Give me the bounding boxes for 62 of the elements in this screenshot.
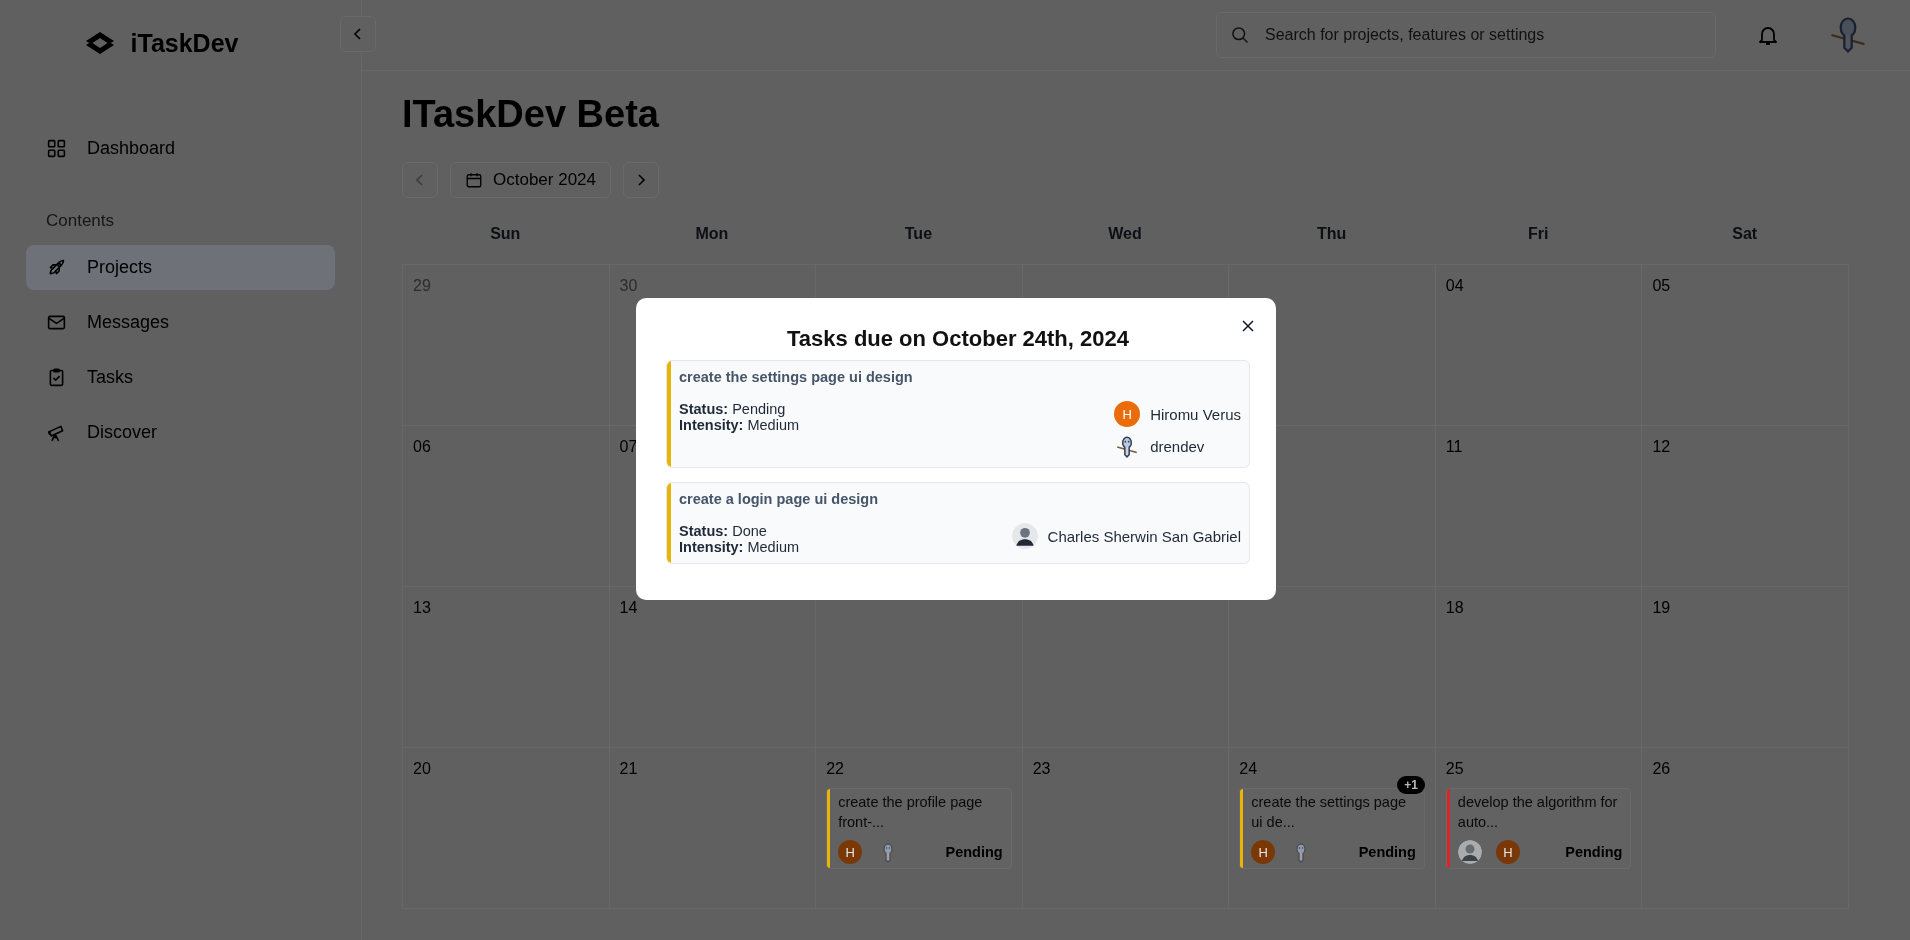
weekday-header: Tue bbox=[904, 225, 933, 243]
initial-avatar: H bbox=[1495, 840, 1520, 865]
logo-text: iTaskDev bbox=[130, 28, 239, 58]
day-number: 11 bbox=[1445, 438, 1463, 456]
weekday-header: Sat bbox=[1732, 225, 1758, 243]
day-number: 18 bbox=[1445, 599, 1464, 617]
day-number: 06 bbox=[413, 438, 431, 456]
task-status: Pending bbox=[1565, 844, 1623, 861]
person-avatar bbox=[1457, 840, 1482, 865]
task-card[interactable]: create a login page ui design Status: Done Intensity: Medium Charles Sherwin San Gabriel bbox=[666, 482, 1250, 564]
calendar-icon bbox=[465, 171, 483, 189]
collapse-button[interactable] bbox=[340, 16, 376, 52]
day-number: 12 bbox=[1652, 438, 1671, 456]
initial-avatar: H bbox=[1114, 401, 1141, 427]
task-intensity: Intensity: Medium bbox=[679, 539, 800, 555]
grid-icon bbox=[46, 138, 67, 159]
task-card[interactable]: create the settings page ui de... H Pending bbox=[1239, 788, 1425, 870]
task-card[interactable]: create the settings page ui design Status: Pending Intensity: Medium H Hiromu Verus drendev bbox=[666, 360, 1250, 468]
search-field[interactable]: Search for projects, features or settings bbox=[1216, 12, 1716, 58]
weekday-header: Thu bbox=[1316, 225, 1347, 243]
task-title: create the settings page ui de... bbox=[1251, 793, 1408, 832]
search-icon bbox=[1230, 25, 1250, 45]
weekday-header: Fri bbox=[1527, 225, 1549, 243]
initial-avatar: H bbox=[838, 840, 863, 865]
assignee-name: Charles Sherwin San Gabriel bbox=[1047, 527, 1241, 545]
task-status: Status: Done bbox=[679, 523, 768, 539]
next-month-button[interactable] bbox=[623, 162, 659, 198]
day-number: 19 bbox=[1652, 599, 1671, 617]
weekday-header: Wed bbox=[1108, 225, 1142, 243]
day-number: 24 bbox=[1239, 760, 1258, 778]
day-number: 25 bbox=[1445, 760, 1464, 778]
more-count[interactable]: +1 bbox=[1397, 776, 1425, 794]
day-number: 26 bbox=[1652, 760, 1671, 778]
initial-avatar: H bbox=[1251, 840, 1276, 865]
task-card[interactable]: develop the algorithm for auto... H Pending bbox=[1445, 788, 1632, 870]
sidebar-item[interactable]: Projects bbox=[26, 245, 335, 290]
day-number: 04 bbox=[1445, 277, 1464, 295]
task-status: Status: Pending bbox=[679, 401, 787, 417]
task-title: develop the algorithm for auto... bbox=[1457, 793, 1619, 832]
day-number: 20 bbox=[413, 760, 431, 778]
assignee-name: drendev bbox=[1150, 437, 1205, 455]
day-number: 14 bbox=[619, 599, 638, 617]
person-avatar bbox=[1011, 523, 1038, 549]
page-title: ITaskDev Beta bbox=[402, 93, 660, 136]
section-heading: Contents bbox=[45, 211, 116, 232]
weekday-header: Mon bbox=[695, 225, 729, 243]
assignee-name: Hiromu Verus bbox=[1150, 405, 1241, 423]
day-number: 05 bbox=[1652, 277, 1671, 295]
day-number: 23 bbox=[1032, 760, 1051, 778]
task-intensity: Intensity: Medium bbox=[679, 417, 800, 433]
dialog-title: Tasks due on October 24th, 2024 bbox=[786, 326, 1130, 352]
day-number: 13 bbox=[413, 599, 431, 617]
task-card[interactable]: create the profile page front-... H Pending bbox=[826, 788, 1012, 870]
day-number: 22 bbox=[826, 760, 844, 778]
day-number: 21 bbox=[619, 760, 638, 778]
task-title: create a login page ui design bbox=[679, 491, 880, 507]
task-status: Pending bbox=[1358, 844, 1416, 861]
task-title: create the profile page front-... bbox=[838, 793, 984, 832]
weekday-header: Sun bbox=[490, 225, 521, 243]
day-number: 07 bbox=[619, 438, 638, 456]
task-title: create the settings page ui design bbox=[679, 369, 914, 385]
task-status: Pending bbox=[945, 844, 1003, 861]
